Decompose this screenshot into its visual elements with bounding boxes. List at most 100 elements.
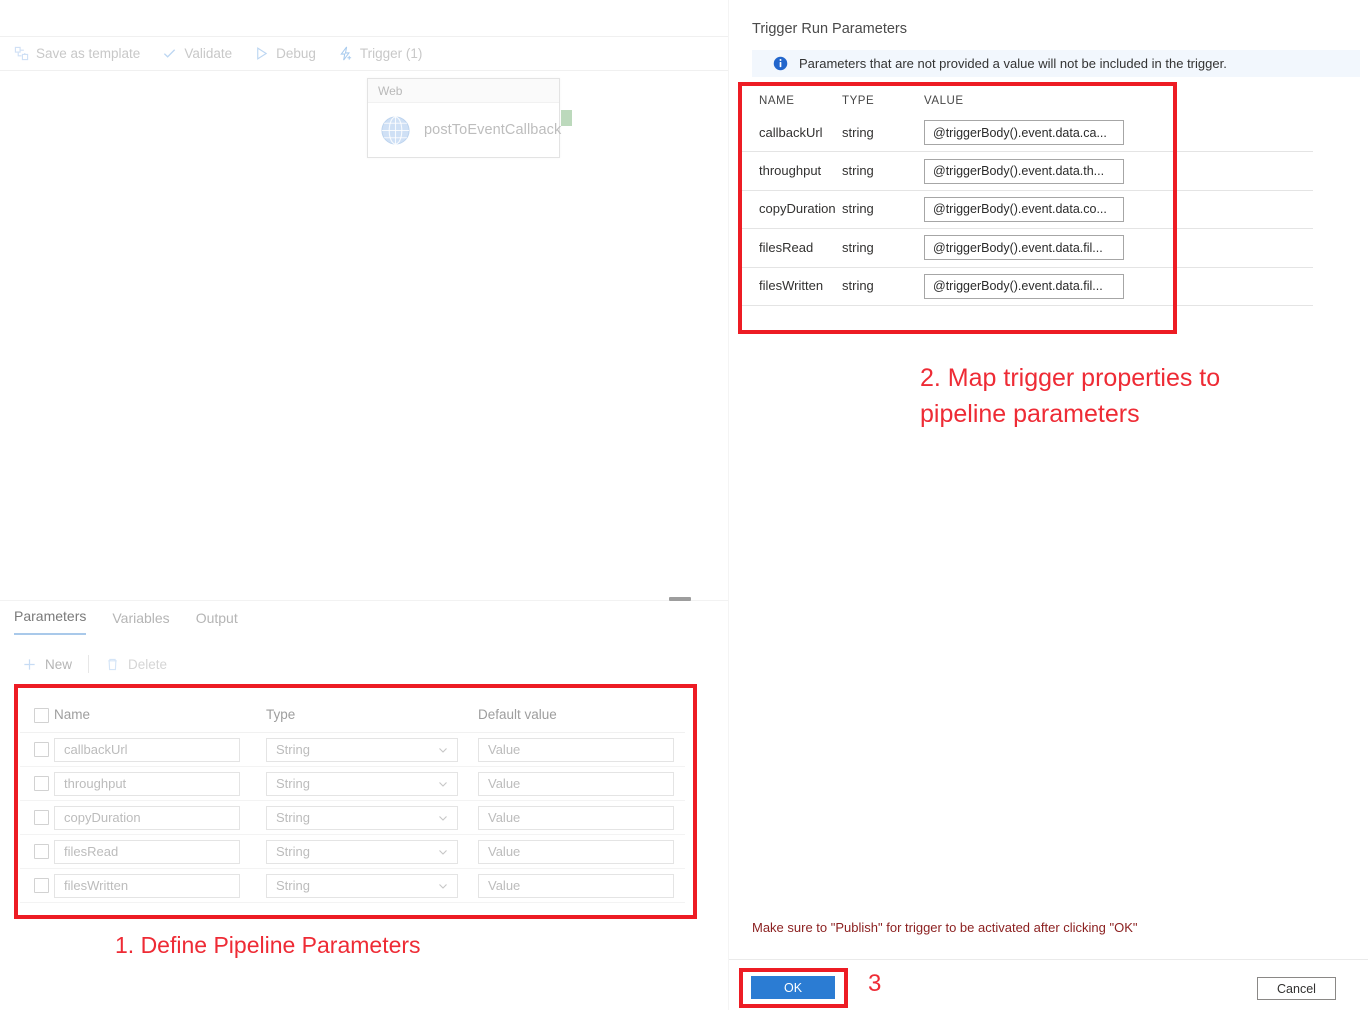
table-row: copyDuration string @triggerBody().event… <box>742 191 1313 230</box>
pipeline-parameters-grid: Name Type Default value callbackUrl Stri… <box>20 698 685 903</box>
activity-output-connector[interactable] <box>561 110 572 126</box>
annotation-step-3: 3 <box>868 970 882 997</box>
trigger-parameter-type: string <box>842 278 874 294</box>
save-as-template-label: Save as template <box>36 46 141 61</box>
trigger-parameter-value-input[interactable]: @triggerBody().event.data.th... <box>924 158 1124 184</box>
row-checkbox[interactable] <box>20 810 54 825</box>
trigger-parameter-type: string <box>842 239 874 255</box>
pipeline-toolbar: Save as template Validate Debug Trigger … <box>0 36 728 71</box>
trigger-parameters-table: NAME TYPE VALUE callbackUrl string @trig… <box>742 86 1313 342</box>
tab-parameters[interactable]: Parameters <box>14 608 87 635</box>
lightning-bolt-icon <box>338 46 353 61</box>
trigger-button[interactable]: Trigger (1) <box>338 46 423 61</box>
row-checkbox[interactable] <box>20 878 54 893</box>
annotation-step-2-line2: pipeline parameters <box>920 400 1140 428</box>
parameter-name-input[interactable]: throughput <box>54 771 240 796</box>
trigger-parameter-type: string <box>842 163 874 179</box>
column-header-name: Name <box>54 707 91 722</box>
parameter-default-value-input[interactable]: Value <box>478 873 674 898</box>
row-checkbox[interactable] <box>20 776 54 791</box>
checkbox-box <box>34 742 49 757</box>
debug-button[interactable]: Debug <box>254 46 316 61</box>
parameter-type-select[interactable]: String <box>266 805 458 830</box>
pipeline-canvas-pane: Save as template Validate Debug Trigger … <box>0 0 728 1010</box>
new-parameter-button[interactable]: New <box>22 657 72 672</box>
ok-button[interactable]: OK <box>751 976 835 999</box>
parameter-type-value: String <box>276 810 310 825</box>
select-all-checkbox[interactable] <box>20 707 54 723</box>
delete-parameter-label: Delete <box>128 656 168 672</box>
tab-output[interactable]: Output <box>196 610 238 635</box>
column-header-type: Type <box>266 707 296 722</box>
parameter-default-value-input[interactable]: Value <box>478 839 674 864</box>
parameter-name-input[interactable]: callbackUrl <box>54 737 240 762</box>
plus-icon <box>22 657 37 672</box>
trigger-label: Trigger (1) <box>359 46 423 61</box>
table-row: filesWritten String Value <box>20 869 685 903</box>
new-parameter-label: New <box>45 656 73 672</box>
parameter-name-input[interactable]: copyDuration <box>54 805 240 830</box>
column-header-type: TYPE <box>842 95 875 107</box>
activity-node-type: Web <box>368 79 559 103</box>
parameter-type-value: String <box>276 878 310 893</box>
parameter-type-select[interactable]: String <box>266 873 458 898</box>
info-icon <box>773 56 788 71</box>
tab-variables[interactable]: Variables <box>112 610 169 635</box>
parameter-default-value-input[interactable]: Value <box>478 805 674 830</box>
checkbox-box <box>34 878 49 893</box>
table-row: filesRead string @triggerBody().event.da… <box>742 229 1313 268</box>
chevron-down-icon <box>437 846 449 858</box>
save-as-template-icon <box>14 46 29 61</box>
parameter-type-select[interactable]: String <box>266 771 458 796</box>
table-row: filesWritten string @triggerBody().event… <box>742 268 1313 306</box>
trigger-table-footer-spacer <box>742 306 1313 342</box>
table-row: copyDuration String Value <box>20 801 685 835</box>
checkbox-box <box>34 776 49 791</box>
trigger-parameter-value-input[interactable]: @triggerBody().event.data.ca... <box>924 120 1124 146</box>
parameter-default-value-input[interactable]: Value <box>478 737 674 762</box>
table-row: callbackUrl String Value <box>20 733 685 767</box>
annotation-step-2: 2. Map trigger properties to pipeline pa… <box>920 360 1320 432</box>
info-message-text: Parameters that are not provided a value… <box>799 56 1227 71</box>
trigger-parameter-name: callbackUrl <box>759 124 823 140</box>
parameters-action-bar: New Delete <box>22 655 167 673</box>
trash-icon <box>105 657 120 672</box>
trigger-table-header: NAME TYPE VALUE <box>742 86 1313 114</box>
trigger-parameter-value-input[interactable]: @triggerBody().event.data.fil... <box>924 273 1124 299</box>
trigger-parameter-name: filesRead <box>759 239 814 255</box>
footer-divider <box>729 959 1368 960</box>
annotation-step-1: 1. Define Pipeline Parameters <box>115 932 421 958</box>
bottom-panel-tabs: Parameters Variables Output <box>14 608 238 635</box>
trigger-parameter-value-input[interactable]: @triggerBody().event.data.co... <box>924 196 1124 222</box>
chevron-down-icon <box>437 812 449 824</box>
globe-icon <box>380 115 411 146</box>
checkbox-box <box>34 844 49 859</box>
trigger-parameter-type: string <box>842 124 874 140</box>
table-row: throughput string @triggerBody().event.d… <box>742 152 1313 191</box>
activity-node-name: postToEventCallback <box>424 122 562 138</box>
panel-collapse-handle[interactable] <box>669 597 691 601</box>
save-as-template-button[interactable]: Save as template <box>14 46 140 61</box>
cancel-button[interactable]: Cancel <box>1257 977 1336 1000</box>
activity-node-body: postToEventCallback <box>368 103 562 157</box>
parameter-name-input[interactable]: filesRead <box>54 839 240 864</box>
parameter-default-value-input[interactable]: Value <box>478 771 674 796</box>
validate-button[interactable]: Validate <box>162 46 232 61</box>
parameters-grid-header: Name Type Default value <box>20 698 685 733</box>
delete-parameter-button[interactable]: Delete <box>105 657 167 672</box>
row-checkbox[interactable] <box>20 844 54 859</box>
panel-title: Trigger Run Parameters <box>752 21 907 37</box>
checkbox-box <box>34 707 49 723</box>
row-checkbox[interactable] <box>20 742 54 757</box>
column-header-name: NAME <box>759 95 795 107</box>
publish-reminder-text: Make sure to "Publish" for trigger to be… <box>752 920 1138 935</box>
info-message-bar: Parameters that are not provided a value… <box>752 50 1360 77</box>
parameter-name-input[interactable]: filesWritten <box>54 873 240 898</box>
trigger-parameter-type: string <box>842 201 874 217</box>
checkmark-icon <box>162 46 177 61</box>
trigger-parameter-value-input[interactable]: @triggerBody().event.data.fil... <box>924 235 1124 261</box>
parameter-type-select[interactable]: String <box>266 839 458 864</box>
activity-node-web[interactable]: Web postToEventCallback <box>367 78 562 158</box>
chevron-down-icon <box>437 778 449 790</box>
parameter-type-select[interactable]: String <box>266 737 458 762</box>
